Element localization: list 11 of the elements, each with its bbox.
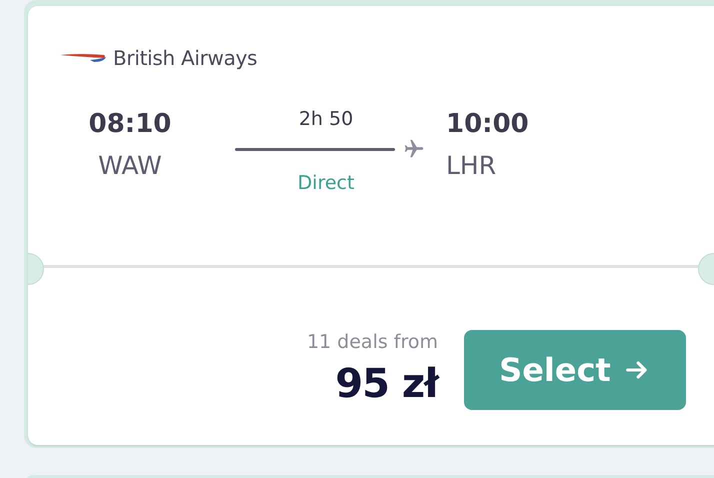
flight-duration: 2h 50 — [298, 107, 354, 132]
airline-logo-icon — [60, 52, 108, 64]
arrival-time: 10:00 — [446, 108, 529, 141]
price: 95 zł — [335, 360, 438, 409]
airline-name: British Airways — [113, 46, 258, 70]
deals-count: 11 deals from — [306, 330, 438, 354]
departure-time: 08:10 — [88, 108, 172, 141]
stops-label: Direct — [298, 172, 354, 194]
arrival-airport: LHR — [446, 150, 496, 182]
departure-airport: WAW — [98, 150, 162, 182]
select-button[interactable]: Select — [464, 330, 686, 410]
